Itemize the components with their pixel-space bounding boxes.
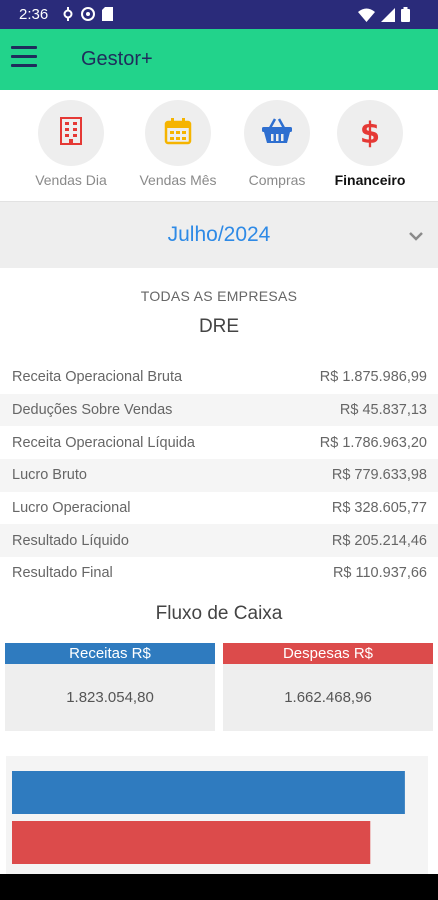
row-label: Lucro Bruto: [12, 467, 87, 484]
row-value: R$ 110.937,66: [332, 565, 427, 582]
row-label: Receita Operacional Bruta: [12, 369, 183, 386]
app-title: Gestor+: [81, 48, 153, 70]
sim-icon: [102, 7, 113, 26]
despesas-header: Despesas R$: [223, 643, 433, 664]
basket-icon: [261, 117, 293, 149]
hamburger-menu-icon[interactable]: [11, 46, 37, 72]
tab-label: Vendas Dia: [35, 172, 107, 188]
building-icon: [60, 116, 82, 150]
row-label: Lucro Operacional: [12, 500, 131, 517]
row-label: Receita Operacional Líquida: [12, 434, 195, 451]
dre-title: DRE: [198, 316, 240, 337]
row-label: Deduções Sobre Vendas: [12, 402, 173, 419]
table-row: Resultado Final R$ 110.937,66: [0, 557, 438, 590]
receitas-value: 1.823.054,80: [66, 689, 154, 706]
receitas-header: Receitas R$: [5, 643, 215, 664]
row-value: R$ 1.786.963,20: [319, 434, 427, 451]
tab-vendas-dia[interactable]: Vendas Dia: [25, 100, 117, 188]
app-bar: Gestor+: [0, 29, 438, 90]
row-label: Resultado Final: [12, 565, 113, 582]
receitas-card: Receitas R$ 1.823.054,80: [5, 643, 215, 731]
tab-icon-circle: $: [337, 100, 403, 166]
tab-label: Financeiro: [334, 172, 406, 188]
category-tabs: Vendas Dia Vendas Mês Compras $ Financei…: [0, 90, 438, 200]
despesas-value: 1.662.468,96: [284, 689, 372, 706]
period-label: Julho/2024: [167, 223, 271, 246]
wifi-icon: [358, 8, 375, 27]
row-label: Resultado Líquido: [12, 532, 129, 549]
signal-icon: [381, 7, 395, 27]
table-row: Lucro Operacional R$ 328.605,77: [0, 492, 438, 525]
bar-receitas: [12, 771, 405, 814]
table-row: Receita Operacional Líquida R$ 1.786.963…: [0, 426, 438, 459]
table-row: Deduções Sobre Vendas R$ 45.837,13: [0, 393, 438, 427]
dre-table: Receita Operacional Bruta R$ 1.875.986,9…: [0, 361, 438, 590]
row-value: R$ 1.875.986,99: [319, 369, 427, 386]
tab-icon-circle: [244, 100, 310, 166]
tab-financeiro[interactable]: $ Financeiro: [324, 100, 416, 188]
tab-vendas-mes[interactable]: Vendas Mês: [132, 100, 224, 188]
tab-label: Compras: [248, 172, 306, 188]
table-row: Resultado Líquido R$ 205.214,46: [0, 524, 438, 558]
despesas-card: Despesas R$ 1.662.468,96: [223, 643, 433, 731]
calendar-icon: [164, 117, 192, 150]
chevron-down-icon[interactable]: [408, 228, 424, 246]
bar-despesas: [12, 821, 371, 864]
tab-icon-circle: [145, 100, 211, 166]
settings-icon: [62, 7, 74, 26]
fluxo-title: Fluxo de Caixa: [155, 603, 283, 624]
status-time: 2:36: [19, 6, 49, 23]
table-row: Receita Operacional Bruta R$ 1.875.986,9…: [0, 361, 438, 394]
table-row: Lucro Bruto R$ 779.633,98: [0, 459, 438, 492]
cashflow-bar-chart: [6, 756, 428, 874]
battery-icon: [401, 7, 410, 27]
tab-icon-circle: [38, 100, 104, 166]
sync-icon: [81, 7, 95, 26]
row-value: R$ 779.633,98: [331, 467, 427, 484]
status-bar: 2:36: [0, 0, 438, 29]
system-nav-bar: [0, 874, 438, 900]
row-value: R$ 205.214,46: [331, 532, 427, 549]
dollar-icon: $: [359, 116, 381, 150]
tab-compras[interactable]: Compras: [231, 100, 323, 188]
row-value: R$ 328.605,77: [331, 500, 427, 517]
row-value: R$ 45.837,13: [339, 402, 427, 419]
tab-label: Vendas Mês: [139, 172, 217, 188]
company-scope: TODAS AS EMPRESAS: [140, 288, 298, 304]
period-selector[interactable]: Julho/2024: [0, 201, 438, 268]
